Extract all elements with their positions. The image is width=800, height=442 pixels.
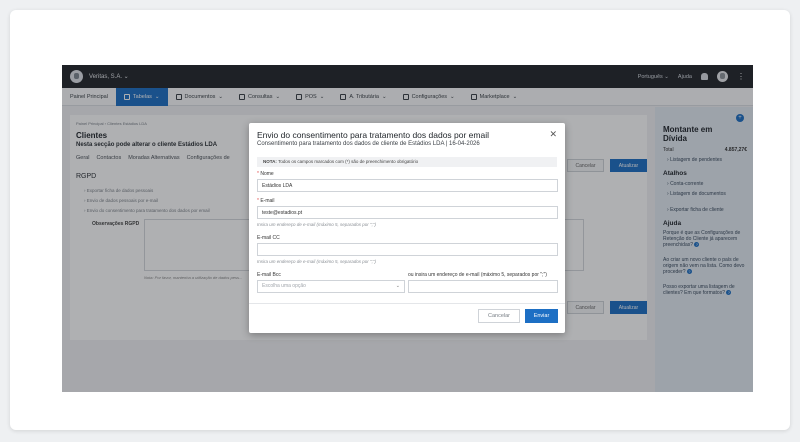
close-icon[interactable]: ✕ [549, 129, 557, 140]
name-label: * Nome [257, 171, 274, 177]
email-input[interactable] [257, 206, 558, 219]
label-text: Nome [260, 171, 274, 177]
name-input[interactable] [257, 179, 558, 192]
required-note: NOTA: Todos os campos marcados com (*) s… [257, 157, 557, 167]
email-label: * E-mail [257, 198, 275, 204]
bcc-input[interactable] [408, 280, 558, 293]
note-text: Todos os campos marcados com (*) são de … [276, 159, 419, 164]
modal-subtitle: Consentimento para tratamento dos dados … [257, 141, 480, 147]
bcc-hint: ou insira um endereço de e-mail (máximo … [408, 272, 547, 278]
cc-label: E-mail CC [257, 235, 280, 241]
screenshot-frame: Veritas, S.A. ⌄ Português ⌄ Ajuda ⋮ Pain… [10, 10, 790, 430]
label-text: E-mail [260, 198, 275, 204]
cc-hint: Insira um endereço de e-mail (máximo 5, … [257, 259, 376, 264]
chevron-down-icon: ⌄ [395, 283, 400, 289]
app-window: Veritas, S.A. ⌄ Português ⌄ Ajuda ⋮ Pain… [62, 65, 753, 392]
email-hint: Insira um endereço de e-mail (máximo 5, … [257, 222, 376, 227]
bcc-select-value: Escolha uma opção [262, 283, 306, 289]
modal-title: Envio do consentimento para tratamento d… [257, 130, 489, 140]
send-button[interactable]: Enviar [525, 309, 558, 323]
cc-input[interactable] [257, 243, 558, 256]
bcc-label: E-mail Bcc [257, 272, 281, 278]
cancel-button[interactable]: Cancelar [478, 309, 520, 323]
modal-footer-divider [249, 303, 565, 304]
note-bold: NOTA: [263, 159, 277, 164]
consent-email-modal: Envio do consentimento para tratamento d… [249, 123, 565, 333]
bcc-select[interactable]: Escolha uma opção ⌄ [257, 280, 405, 293]
